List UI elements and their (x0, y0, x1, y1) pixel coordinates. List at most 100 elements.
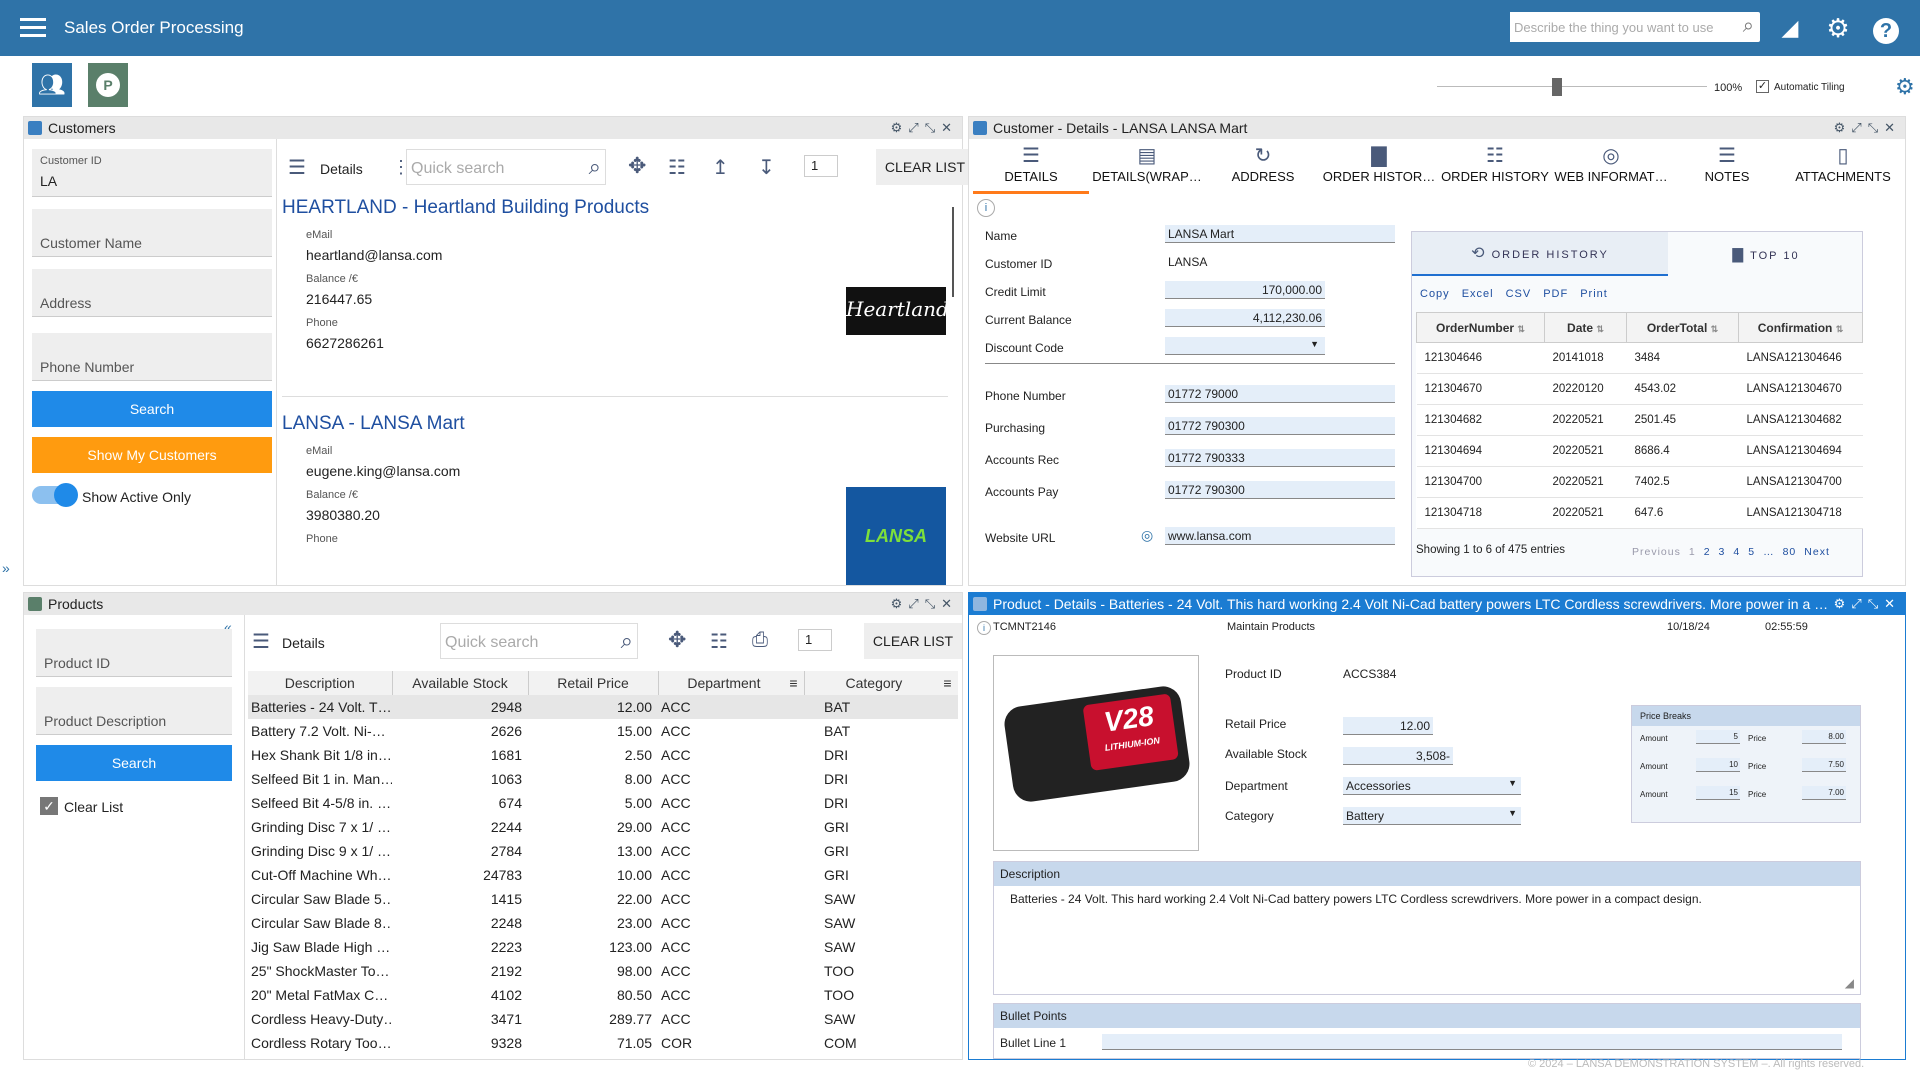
pager-page[interactable]: 80 (1783, 546, 1797, 558)
app-switch-products[interactable]: P (88, 63, 128, 107)
globe-icon[interactable]: ◎ (1141, 527, 1153, 544)
details-view-label[interactable]: Details (282, 635, 325, 651)
field-value[interactable]: 170,000.00 (1165, 281, 1325, 299)
tab-attachments[interactable]: ▯ ATTACHMENTS (1785, 143, 1901, 191)
global-search[interactable]: ⌕ (1510, 12, 1760, 42)
pager-page[interactable]: 4 (1733, 546, 1740, 558)
page-stepper[interactable]: 1 (804, 155, 838, 177)
table-row[interactable]: Battery 7.2 Volt. Ni-… 2626 15.00 ACC BAT (248, 719, 958, 743)
field-value[interactable]: LANSA Mart (1165, 225, 1395, 243)
column-header[interactable]: OrderNumber ⇅ (1416, 312, 1545, 343)
table-row[interactable]: Selfeed Bit 4-5/8 in. … 674 5.00 ACC DRI (248, 791, 958, 815)
details-view-icon[interactable]: ☰ (252, 629, 270, 654)
details-view-label[interactable]: Details (320, 161, 363, 177)
customer-id-field[interactable]: Customer ID LA (32, 149, 272, 197)
collapse-left-icon[interactable]: » (2, 560, 10, 576)
column-header[interactable]: Department ≡ (658, 671, 805, 695)
tab-web-informat-[interactable]: ◎ WEB INFORMAT… (1553, 143, 1669, 191)
customer-name-field[interactable]: Customer Name (32, 209, 272, 257)
product-quick-search[interactable]: Quick search ⌕ (440, 623, 638, 659)
column-header[interactable]: Date ⇅ (1544, 312, 1627, 343)
field-value[interactable]: ▼ (1165, 337, 1325, 355)
layout-gear-icon[interactable]: ⚙ (1895, 74, 1915, 100)
page-stepper[interactable]: 1 (798, 629, 832, 651)
pager-page[interactable]: 3 (1719, 546, 1726, 558)
clear-list-checkbox[interactable]: ✓ (40, 797, 58, 815)
pager-page[interactable]: 1 (1689, 546, 1696, 558)
table-row[interactable]: 121304694 20220521 8686.4 LANSA121304694 (1416, 435, 1863, 467)
table-row[interactable]: Grinding Disc 7 x 1/ … 2244 29.00 ACC GRI (248, 815, 958, 839)
sort-icon[interactable]: ⇅ (1711, 324, 1719, 334)
customer-id-value[interactable]: LA (40, 173, 264, 189)
pager-previous[interactable]: Previous (1632, 546, 1681, 558)
table-row[interactable]: 121304718 20220521 647.6 LANSA121304718 (1416, 497, 1863, 529)
field-value[interactable]: 01772 790300 (1165, 417, 1395, 435)
gear-icon[interactable]: ⚙ (1824, 14, 1852, 42)
global-search-input[interactable] (1510, 12, 1720, 42)
column-header[interactable]: Description (248, 671, 393, 695)
clear-list-button[interactable]: CLEAR LIST (876, 149, 974, 185)
field-value[interactable]: 01772 790300 (1165, 481, 1395, 499)
puzzle-icon[interactable]: ◢ (1776, 14, 1804, 42)
print-icon[interactable]: ⎙ (752, 629, 768, 652)
table-row[interactable]: Batteries - 24 Volt. T… 2948 12.00 ACC BAT (248, 695, 958, 719)
help-icon[interactable]: ? (1872, 14, 1900, 44)
amount-input[interactable]: 10 (1696, 758, 1740, 772)
address-field[interactable]: Address (32, 269, 272, 317)
sort-icon[interactable]: ⇅ (1517, 324, 1525, 334)
price-input[interactable]: 7.00 (1802, 786, 1846, 800)
table-row[interactable]: Circular Saw Blade 5… 1415 22.00 ACC SAW (248, 887, 958, 911)
bullet-line-1-input[interactable] (1102, 1034, 1842, 1050)
search-icon[interactable]: ⌕ (589, 154, 601, 180)
search-icon[interactable]: ⌕ (1743, 15, 1754, 38)
column-menu-icon[interactable]: ≡ (943, 675, 951, 691)
customer-card[interactable]: HEARTLAND - Heartland Building Products … (282, 197, 949, 397)
sort-asc-icon[interactable]: ↥ (712, 155, 729, 180)
export-copy-button[interactable]: Copy (1420, 288, 1450, 300)
table-row[interactable]: Cut-Off Machine Wh… 24783 10.00 ACC GRI (248, 863, 958, 887)
column-header[interactable]: Retail Price (528, 671, 659, 695)
app-switch-customers[interactable]: 👥︎ (32, 63, 72, 107)
column-header[interactable]: Available Stock (392, 671, 529, 695)
export-pdf-button[interactable]: PDF (1543, 288, 1568, 300)
search-icon[interactable]: ⌕ (621, 628, 633, 654)
tab-order-histor-[interactable]: ▇ ORDER HISTOR… (1321, 143, 1437, 191)
tab-details[interactable]: ☰ DETAILS (973, 143, 1089, 191)
column-menu-icon[interactable]: ≡ (789, 675, 797, 691)
field-value[interactable]: LANSA (1165, 253, 1395, 271)
sort-desc-icon[interactable]: ↧ (758, 155, 775, 180)
clear-list-button[interactable]: CLEAR LIST (864, 623, 962, 659)
table-row[interactable]: Jig Saw Blade High … 2223 123.00 ACC SAW (248, 935, 958, 959)
table-row[interactable]: 25" ShockMaster To… 2192 98.00 ACC TOO (248, 959, 958, 983)
move-icon[interactable]: ✥ (628, 153, 646, 179)
customer-card-title[interactable]: HEARTLAND - Heartland Building Products (282, 197, 948, 219)
customer-card[interactable]: LANSA - LANSA Mart eMail eugene.king@lan… (282, 413, 948, 585)
info-icon[interactable]: i (977, 199, 995, 217)
amount-input[interactable]: 5 (1696, 730, 1740, 744)
table-row[interactable]: Circular Saw Blade 8… 2248 23.00 ACC SAW (248, 911, 958, 935)
department-select[interactable]: Accessories ▼ (1343, 777, 1521, 795)
column-header[interactable]: OrderTotal ⇅ (1626, 312, 1739, 343)
page-icon[interactable]: ☷ (710, 629, 728, 654)
move-icon[interactable]: ✥ (668, 627, 686, 653)
table-row[interactable]: 20" Metal FatMax C… 4102 80.50 ACC TOO (248, 983, 958, 1007)
resize-handle-icon[interactable]: ◢ (1845, 976, 1854, 990)
price-input[interactable]: 8.00 (1802, 730, 1846, 744)
field-value[interactable]: 4,112,230.06 (1165, 309, 1325, 327)
product-search-button[interactable]: Search (36, 745, 232, 781)
tab-address[interactable]: ↻ ADDRESS (1205, 143, 1321, 191)
page-icon[interactable]: ☷ (668, 155, 686, 180)
customer-card-title[interactable]: LANSA - LANSA Mart (282, 413, 948, 435)
tab-notes[interactable]: ☰ NOTES (1669, 143, 1785, 191)
details-view-icon[interactable]: ☰ (288, 155, 306, 180)
tab-details-wrap-[interactable]: ▤ DETAILS(WRAP… (1089, 143, 1205, 191)
sort-icon[interactable]: ⇅ (1596, 324, 1604, 334)
column-header[interactable]: Confirmation ⇅ (1738, 312, 1863, 343)
field-value[interactable]: 01772 79000 (1165, 385, 1395, 403)
table-row[interactable]: Grinding Disc 9 x 1/ … 2784 13.00 ACC GRI (248, 839, 958, 863)
customer-list-scrollbar[interactable] (952, 207, 954, 297)
oh-tab-top-10[interactable]: ▇ TOP 10 (1668, 232, 1864, 276)
phone-number-field[interactable]: Phone Number (32, 333, 272, 381)
available-stock-input[interactable]: 3,508- (1343, 747, 1453, 765)
table-row[interactable]: 121304682 20220521 2501.45 LANSA121304682 (1416, 404, 1863, 436)
